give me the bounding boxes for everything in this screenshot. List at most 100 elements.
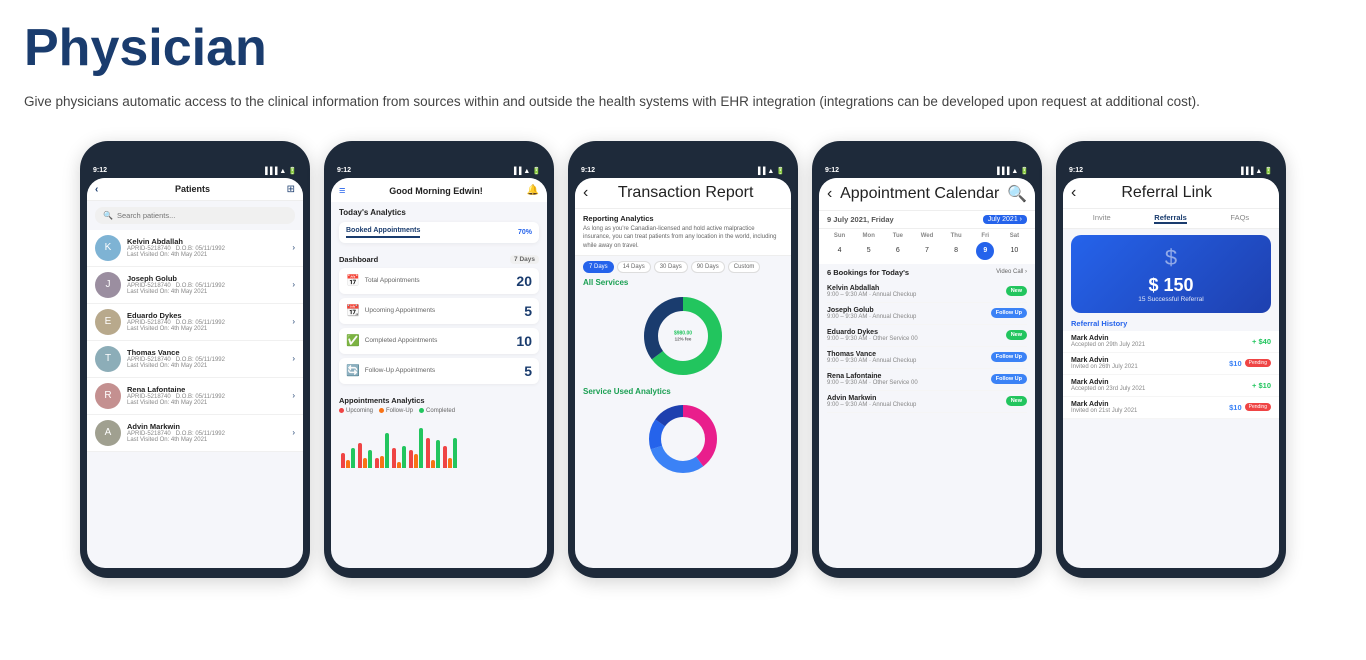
- appt-analytics: Appointments Analytics UpcomingFollow-Up…: [331, 392, 547, 472]
- bar: [363, 458, 367, 468]
- booking-info: Rena Lafontaine 9:00 – 9:30 AM · Other S…: [827, 373, 918, 386]
- ref-person: Mark Advin Invited on 21st July 2021: [1071, 401, 1137, 414]
- patient-item[interactable]: K Kelvin Abdallah APRID-5218740 D.O.B: 0…: [87, 230, 303, 267]
- patient-item[interactable]: R Rena Lafontaine APRID-5218740 D.O.B: 0…: [87, 378, 303, 415]
- cal-month-btn[interactable]: July 2021 ›: [983, 215, 1027, 224]
- patient-name: Thomas Vance: [127, 348, 286, 357]
- referral-tab-invite[interactable]: Invite: [1093, 213, 1111, 224]
- booked-label: Booked Appointments: [346, 227, 420, 238]
- bar: [419, 428, 423, 468]
- service-used-label: Service Used Analytics: [583, 387, 783, 396]
- days-btn[interactable]: 7 Days: [510, 255, 539, 264]
- bar-group: [426, 438, 440, 468]
- back-icon-4[interactable]: ‹: [827, 185, 832, 203]
- booking-badge: New: [1006, 330, 1027, 340]
- ref-person: Mark Advin Accepted on 23rd July 2021: [1071, 379, 1145, 392]
- patient-item[interactable]: J Joseph Golub APRID-5218740 D.O.B: 05/1…: [87, 267, 303, 304]
- cal-day[interactable]: 8: [947, 242, 965, 260]
- pending-badge: Pending: [1245, 359, 1271, 367]
- filter-btn-30-days[interactable]: 30 Days: [654, 261, 688, 273]
- patient-info: Advin Markwin APRID-5218740 D.O.B: 05/11…: [127, 422, 286, 443]
- cal-day[interactable]: 7: [918, 242, 936, 260]
- cal-day[interactable]: 5: [860, 242, 878, 260]
- back-icon-1[interactable]: ‹: [95, 184, 98, 195]
- page-title: Physician: [24, 20, 1342, 77]
- stat-item: 📅 Total Appointments 20: [339, 268, 539, 294]
- referral-history-item: Mark Advin Accepted on 29th July 2021 + …: [1063, 331, 1279, 353]
- status-bar-5: 9:12 ▐▐▐ ▲ 🔋: [1063, 167, 1279, 175]
- dashboard-label: Dashboard: [339, 255, 378, 264]
- booking-item[interactable]: Advin Markwin 9:00 – 9:30 AM · Annual Ch…: [827, 391, 1027, 413]
- bar-group: [358, 443, 372, 468]
- cal-day-header: Wed: [918, 233, 936, 239]
- back-icon-5[interactable]: ‹: [1071, 184, 1076, 202]
- booking-item[interactable]: Rena Lafontaine 9:00 – 9:30 AM · Other S…: [827, 369, 1027, 391]
- dashboard-greeting: Good Morning Edwin!: [389, 186, 482, 196]
- stat-value: 5: [524, 363, 532, 379]
- patient-avatar: J: [95, 272, 121, 298]
- pending-badge: Pending: [1245, 403, 1271, 411]
- dashboard-header: ≡ Good Morning Edwin! 🔔: [331, 178, 547, 202]
- patient-avatar: E: [95, 309, 121, 335]
- menu-icon-dash[interactable]: ≡: [339, 185, 345, 197]
- booking-item[interactable]: Thomas Vance 9:00 – 9:30 AM · Annual Che…: [827, 347, 1027, 369]
- referral-tabs: Invite Referrals FAQs: [1063, 209, 1279, 229]
- cal-day[interactable]: 9: [976, 242, 994, 260]
- ref-name: Mark Advin: [1071, 335, 1145, 342]
- bell-icon-dash[interactable]: 🔔: [527, 185, 539, 196]
- status-icons-3: ▐▐ ▲ 🔋: [756, 167, 785, 175]
- video-btn[interactable]: Video Call ›: [996, 269, 1027, 275]
- stat-label: Completed Appointments: [365, 337, 438, 344]
- patient-info: Kelvin Abdallah APRID-5218740 D.O.B: 05/…: [127, 237, 286, 258]
- stat-icon: 📅: [346, 274, 360, 287]
- phone-transaction: 9:12 ▐▐ ▲ 🔋 ‹ Transaction Report Reporti…: [568, 141, 798, 578]
- cal-day[interactable]: 6: [889, 242, 907, 260]
- booking-item[interactable]: Joseph Golub 9:00 – 9:30 AM · Annual Che…: [827, 303, 1027, 325]
- patients-header: ‹ Patients ⊞: [87, 178, 303, 201]
- bar: [409, 450, 413, 468]
- cal-day-header: Sun: [831, 233, 849, 239]
- filter-icon-1[interactable]: ⊞: [287, 184, 295, 195]
- ref-amount-val: $10: [1229, 403, 1242, 412]
- cal-day-header: Sat: [1005, 233, 1023, 239]
- booking-item[interactable]: Kelvin Abdallah 9:00 – 9:30 AM · Annual …: [827, 281, 1027, 303]
- search-icon-cal[interactable]: 🔍: [1007, 184, 1027, 204]
- phone-calendar: 9:12 ▐▐▐ ▲ 🔋 ‹ Appointment Calendar 🔍 9 …: [812, 141, 1042, 578]
- patient-name: Kelvin Abdallah: [127, 237, 286, 246]
- phone-frame-5: 9:12 ▐▐▐ ▲ 🔋 ‹ Referral Link Invite Refer…: [1056, 141, 1286, 578]
- phone-dashboard: 9:12 ▐▐ ▲ 🔋 ≡ Good Morning Edwin! 🔔 Toda…: [324, 141, 554, 578]
- donut-chart-2: [643, 399, 723, 479]
- ref-name: Mark Advin: [1071, 357, 1138, 364]
- referral-title: Referral Link: [1121, 184, 1212, 202]
- stats-list: 📅 Total Appointments 20 📆 Upcoming Appoi…: [339, 268, 539, 384]
- back-icon-3[interactable]: ‹: [583, 184, 588, 202]
- reporting-desc: As long as you're Canadian-licensed and …: [583, 225, 783, 250]
- bookings-list: Kelvin Abdallah 9:00 – 9:30 AM · Annual …: [827, 281, 1027, 413]
- patient-name: Rena Lafontaine: [127, 385, 286, 394]
- stat-left: 📅 Total Appointments: [346, 274, 420, 287]
- status-icons-1: ▐▐▐ ▲ 🔋: [263, 167, 297, 175]
- booking-item[interactable]: Eduardo Dykes 9:00 – 9:30 AM · Other Ser…: [827, 325, 1027, 347]
- filter-btn-7-days[interactable]: 7 Days: [583, 261, 614, 273]
- patient-item[interactable]: A Advin Markwin APRID-5218740 D.O.B: 05/…: [87, 415, 303, 452]
- search-bar-patients[interactable]: 🔍: [95, 207, 295, 224]
- patient-item[interactable]: T Thomas Vance APRID-5218740 D.O.B: 05/1…: [87, 341, 303, 378]
- booking-badge: New: [1006, 396, 1027, 406]
- booking-name: Thomas Vance: [827, 351, 916, 358]
- filter-btn-14-days[interactable]: 14 Days: [617, 261, 651, 273]
- cal-day[interactable]: 10: [1005, 242, 1023, 260]
- screen-referral: ‹ Referral Link InviteReferralsFAQs $ $ …: [1063, 178, 1279, 568]
- status-icons-5: ▐▐▐ ▲ 🔋: [1239, 167, 1273, 175]
- filter-btn-90-days[interactable]: 90 Days: [691, 261, 725, 273]
- search-input-patients[interactable]: [117, 211, 287, 220]
- status-icons-4: ▐▐▐ ▲ 🔋: [995, 167, 1029, 175]
- calendar-header: ‹ Appointment Calendar 🔍: [819, 178, 1035, 211]
- screen-dashboard: ≡ Good Morning Edwin! 🔔 Today's Analytic…: [331, 178, 547, 568]
- bar: [448, 458, 452, 468]
- cal-day[interactable]: 4: [831, 242, 849, 260]
- filter-btn-custom[interactable]: Custom: [728, 261, 761, 273]
- patient-item[interactable]: E Eduardo Dykes APRID-5218740 D.O.B: 05/…: [87, 304, 303, 341]
- referral-tab-faqs[interactable]: FAQs: [1230, 213, 1249, 224]
- screen-calendar: ‹ Appointment Calendar 🔍 9 July 2021, Fr…: [819, 178, 1035, 568]
- referral-tab-referrals[interactable]: Referrals: [1154, 213, 1187, 224]
